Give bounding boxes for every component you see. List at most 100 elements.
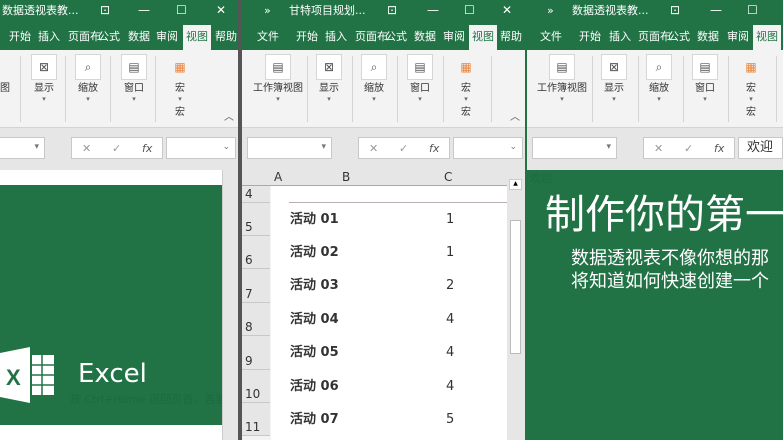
tab-view[interactable]: 视图 [469, 25, 497, 50]
ribbon-tabs: 文件 开始 插入 页面布 公式 数据 审阅 视图 帮助 [242, 22, 525, 50]
ribbon-display-icon[interactable]: ⊡ [387, 3, 397, 17]
tab-page-layout[interactable]: 页面布 [355, 30, 388, 43]
formula-input[interactable]: 欢迎 [738, 137, 783, 159]
minimize-button[interactable]: — [710, 3, 722, 17]
tab-insert[interactable]: 插入 [609, 30, 631, 43]
insert-function-icon[interactable]: fx [429, 142, 439, 155]
row-header[interactable]: 5 [242, 203, 270, 236]
welcome-sheet[interactable]: 欢迎 制作你的第一个 数据透视表不像你想的那 将知道如何快速创建一个 [527, 170, 783, 440]
ribbon-tabs: 开始 插入 页面布 公式 数据 审阅 视图 帮助 [0, 22, 238, 50]
tab-help[interactable]: 帮助 [500, 30, 522, 43]
activity-value-cell[interactable]: 4 [446, 379, 454, 395]
title-bar: » 甘特项目规划... ⊡ — ☐ ✕ [242, 0, 525, 22]
tab-page-layout[interactable]: 页面布 [68, 30, 101, 43]
close-button[interactable]: ✕ [216, 3, 226, 17]
activity-name-cell[interactable]: 活动 02 [290, 245, 339, 261]
macros-group[interactable]: ▦ 宏 ▾ 宏 [150, 54, 210, 119]
title-bar: » 数据透视表教... ⊡ — ☐ [527, 0, 783, 22]
scrollbar-thumb[interactable] [510, 220, 521, 354]
maximize-button[interactable]: ☐ [747, 3, 758, 17]
name-box[interactable]: ▾ [247, 137, 332, 159]
excel-wordmark: Excel [78, 359, 147, 389]
minimize-button[interactable]: — [138, 3, 150, 17]
formula-input[interactable]: ⌄ [166, 137, 236, 159]
column-header-b[interactable]: B [342, 170, 350, 184]
macros-group[interactable]: ▦ 宏 ▾ 宏 [721, 54, 781, 119]
tab-file[interactable]: 文件 [540, 30, 562, 43]
minimize-button[interactable]: — [427, 3, 439, 17]
collapse-ribbon-icon[interactable]: ︿ [224, 112, 234, 124]
tab-home[interactable]: 开始 [9, 30, 31, 43]
enter-icon[interactable]: ✓ [112, 142, 121, 155]
row-header[interactable]: 11 [242, 403, 270, 436]
cancel-icon[interactable]: ✕ [654, 142, 663, 155]
activity-name-cell[interactable]: 活动 05 [290, 345, 339, 361]
tab-data[interactable]: 数据 [414, 30, 436, 43]
tab-home[interactable]: 开始 [296, 30, 318, 43]
tab-data[interactable]: 数据 [697, 30, 719, 43]
maximize-button[interactable]: ☐ [464, 3, 475, 17]
tab-home[interactable]: 开始 [579, 30, 601, 43]
enter-icon[interactable]: ✓ [399, 142, 408, 155]
tab-help[interactable]: 帮助 [215, 30, 237, 43]
row-header[interactable]: 10 [242, 370, 270, 403]
row-header[interactable]: 8 [242, 303, 270, 336]
scroll-up-button[interactable]: ▲ [509, 179, 522, 190]
activity-value-cell[interactable]: 5 [446, 412, 454, 428]
row-header[interactable]: 9 [242, 336, 270, 370]
tab-insert[interactable]: 插入 [38, 30, 60, 43]
activity-name-cell[interactable]: 活动 04 [290, 312, 339, 328]
cancel-icon[interactable]: ✕ [82, 142, 91, 155]
activity-value-cell[interactable]: 4 [446, 312, 454, 328]
row-header[interactable]: 4 [242, 186, 270, 203]
tab-formulas[interactable]: 公式 [385, 30, 407, 43]
tab-review[interactable]: 审阅 [443, 30, 465, 43]
tab-file[interactable]: 文件 [257, 30, 279, 43]
welcome-heading: 制作你的第一个 [545, 192, 783, 238]
tab-page-layout[interactable]: 页面布 [638, 30, 671, 43]
activity-value-cell[interactable]: 2 [446, 278, 454, 294]
collapse-ribbon-icon[interactable]: ︿ [510, 112, 520, 124]
more-icon[interactable]: » [547, 4, 554, 17]
activity-value-cell[interactable]: 1 [446, 212, 454, 228]
row-header[interactable]: 6 [242, 236, 270, 269]
column-header-a[interactable]: A [274, 170, 282, 184]
tab-insert[interactable]: 插入 [325, 30, 347, 43]
enter-icon[interactable]: ✓ [684, 142, 693, 155]
cancel-icon[interactable]: ✕ [369, 142, 378, 155]
insert-function-icon[interactable]: fx [142, 142, 152, 155]
ribbon-display-icon[interactable]: ⊡ [100, 3, 110, 17]
intro-line-1: 数据透视表不像你想的那 [571, 248, 769, 269]
ribbon-display-icon[interactable]: ⊡ [670, 3, 680, 17]
tab-formulas[interactable]: 公式 [98, 30, 120, 43]
macro-icon: ▦ [745, 60, 757, 74]
activity-name-cell[interactable]: 活动 06 [290, 379, 339, 395]
tab-review[interactable]: 审阅 [727, 30, 749, 43]
tab-formulas[interactable]: 公式 [668, 30, 690, 43]
vertical-scrollbar[interactable] [222, 170, 238, 440]
window-title: 甘特项目规划... [289, 4, 366, 17]
column-headers: A B C [242, 168, 525, 186]
maximize-button[interactable]: ☐ [176, 3, 187, 17]
column-header-c[interactable]: C [444, 170, 452, 184]
tab-view[interactable]: 视图 [183, 25, 211, 50]
activity-value-cell[interactable]: 4 [446, 345, 454, 361]
tab-view[interactable]: 视图 [753, 25, 781, 50]
name-box[interactable]: ▾ [0, 137, 45, 159]
activity-value-cell[interactable]: 1 [446, 245, 454, 261]
tab-data[interactable]: 数据 [128, 30, 150, 43]
macros-group[interactable]: ▦ 宏 ▾ 宏 [436, 54, 496, 119]
show-icon: ⊠ [601, 54, 627, 80]
activity-name-cell[interactable]: 活动 01 [290, 212, 339, 228]
workbook-views-group[interactable]: ▤ 工作簿视图 ▾ [532, 54, 592, 104]
more-icon[interactable]: » [264, 4, 271, 17]
formula-input[interactable]: ⌄ [453, 137, 523, 159]
activity-name-cell[interactable]: 活动 03 [290, 278, 339, 294]
insert-function-icon[interactable]: fx [714, 142, 724, 155]
tab-review[interactable]: 审阅 [156, 30, 178, 43]
close-button[interactable]: ✕ [502, 3, 512, 17]
row-header[interactable]: 7 [242, 269, 270, 303]
vertical-scrollbar[interactable]: ▲ [507, 168, 525, 440]
name-box[interactable]: ▾ [532, 137, 617, 159]
activity-name-cell[interactable]: 活动 07 [290, 412, 339, 428]
